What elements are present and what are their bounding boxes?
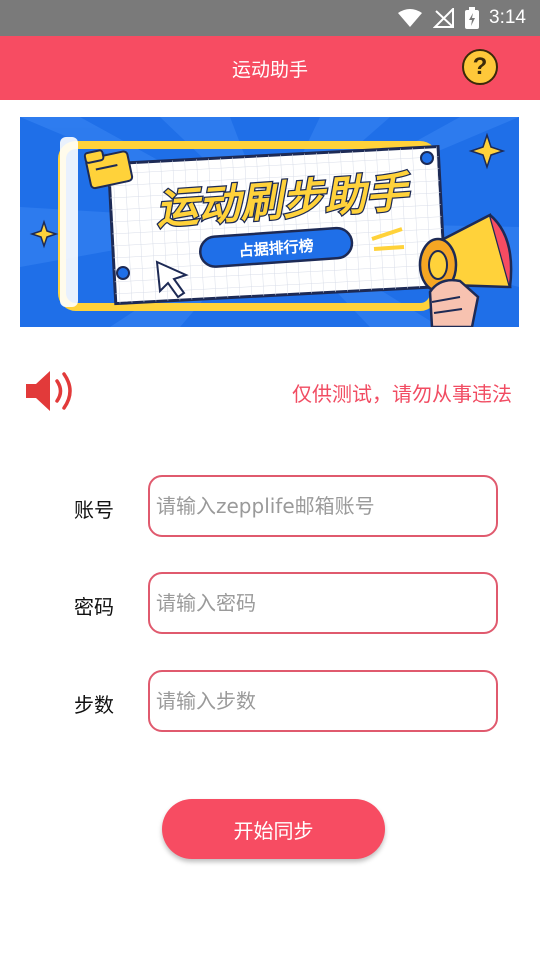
account-label: 账号	[74, 498, 114, 522]
app-title: 运动助手	[231, 58, 308, 81]
password-label: 密码	[74, 595, 114, 619]
banner-illustration: 运动刷步助手 占据排行榜	[20, 117, 519, 327]
promo-banner: 运动刷步助手 占据排行榜	[20, 117, 519, 327]
steps-input[interactable]	[148, 670, 498, 732]
status-time: 3:14	[489, 7, 526, 28]
speaker-icon	[26, 371, 72, 411]
notice-text: 仅供测试，请勿从事违法	[292, 382, 512, 406]
password-input[interactable]	[148, 572, 498, 634]
app-bar: 运动助手 ?	[0, 36, 540, 100]
steps-label: 步数	[74, 693, 114, 717]
status-bar: 3:14	[0, 0, 540, 36]
help-icon[interactable]: ?	[462, 49, 498, 85]
help-button-label: ?	[472, 53, 488, 80]
wifi-icon	[398, 9, 423, 27]
notice-row: 仅供测试，请勿从事违法	[24, 366, 516, 416]
battery-icon	[465, 7, 480, 29]
account-input[interactable]	[148, 475, 498, 537]
start-sync-button[interactable]: 开始同步	[162, 799, 385, 859]
signal-icon	[433, 8, 455, 28]
